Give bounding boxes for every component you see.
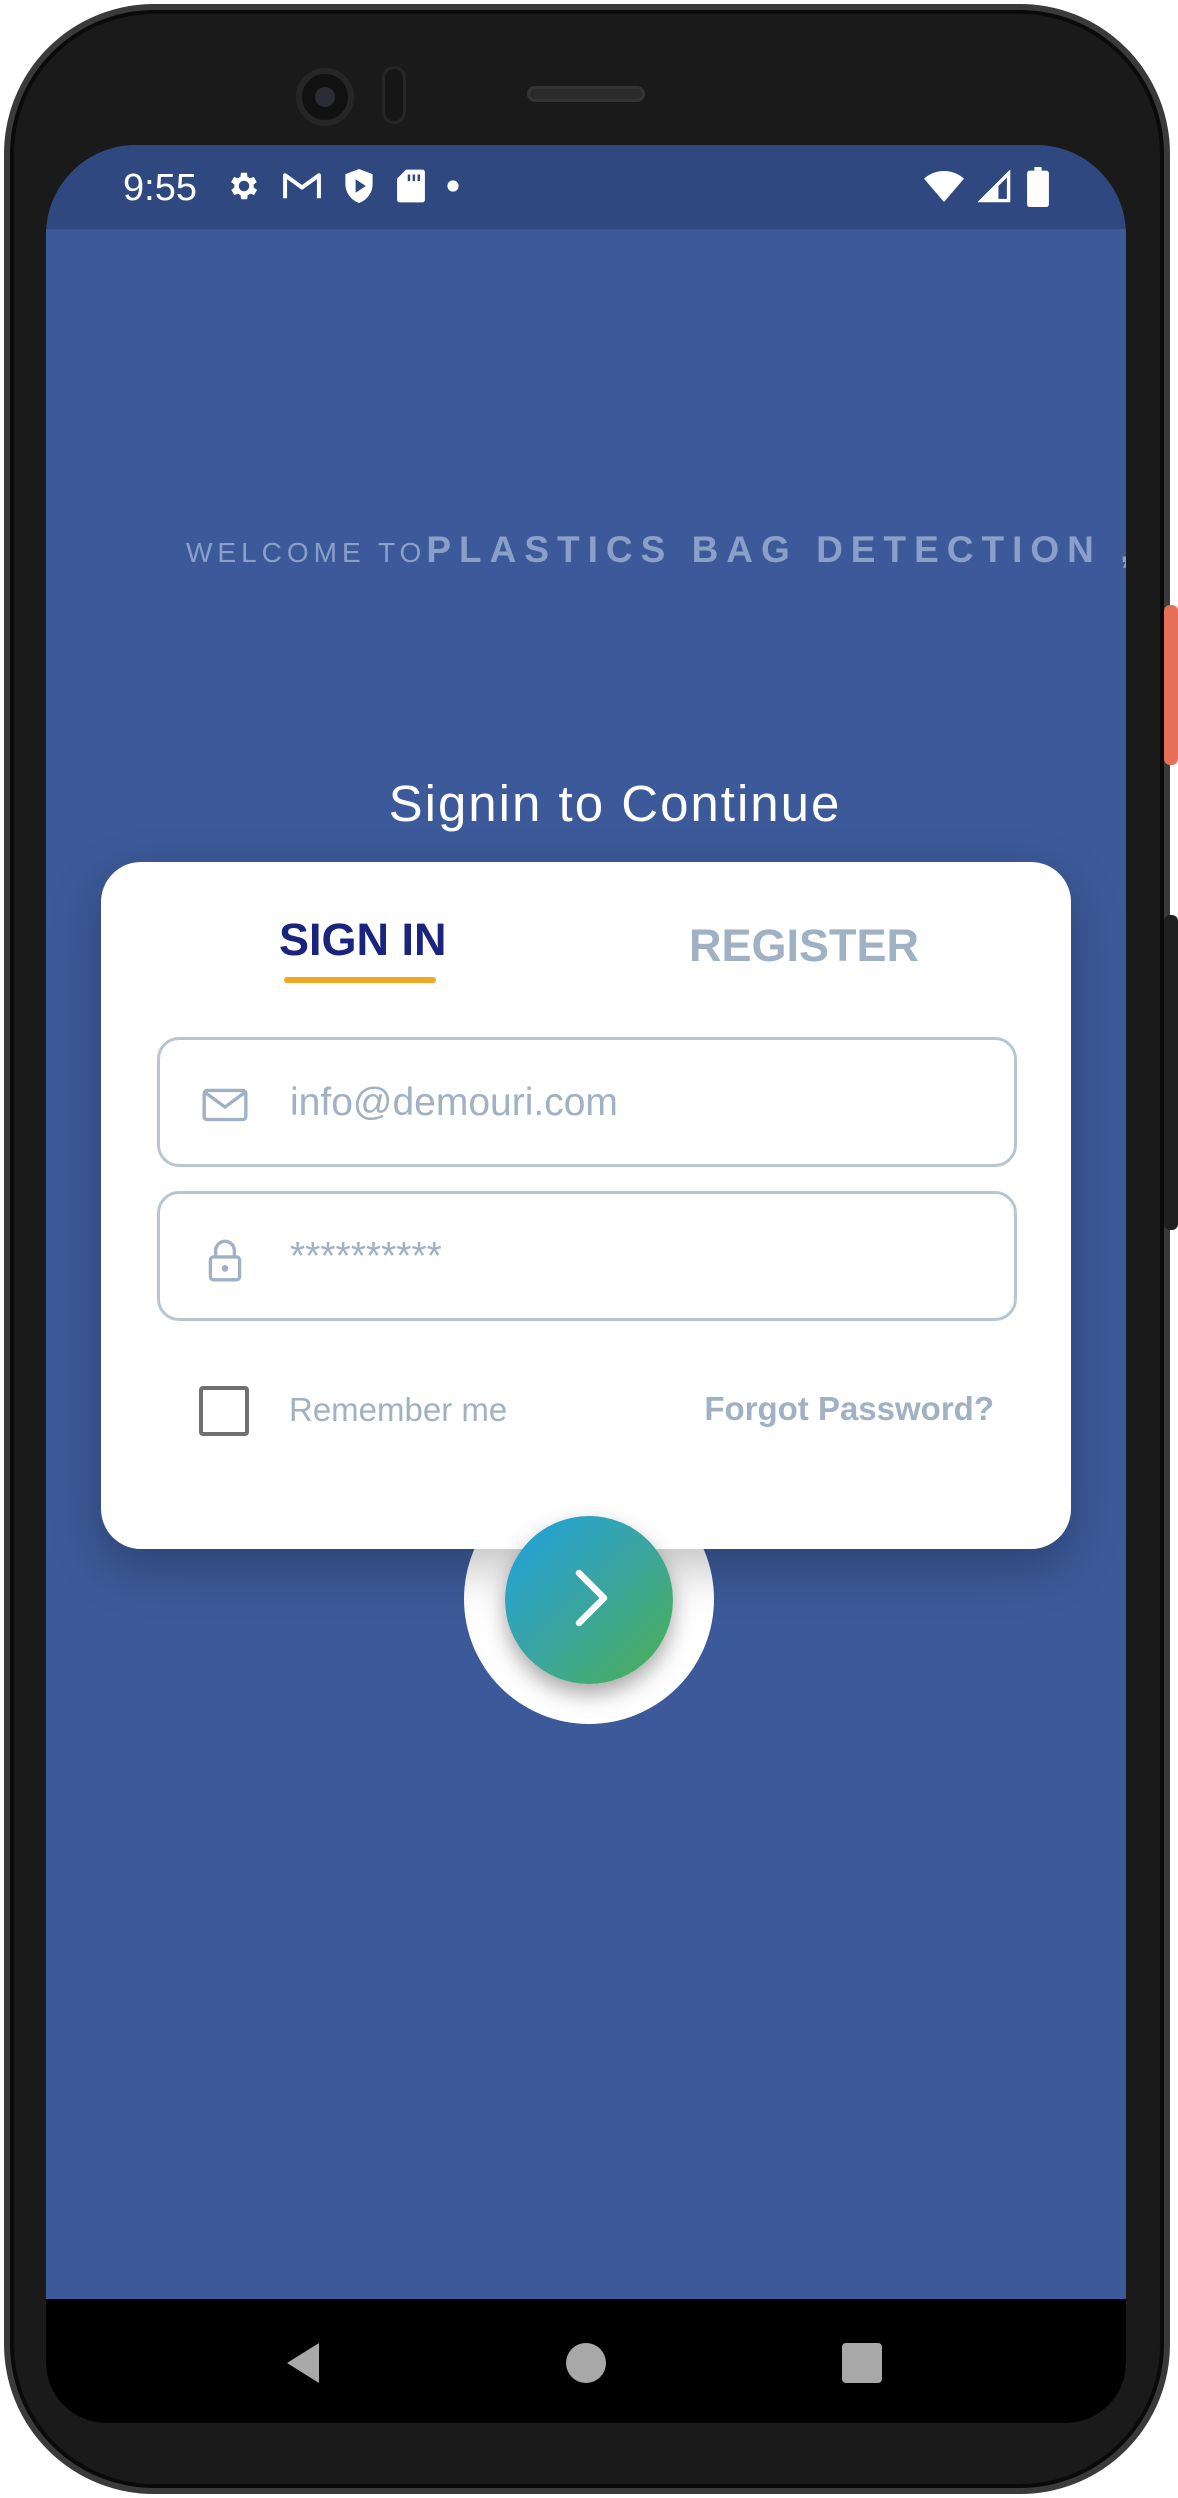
earpiece-speaker <box>527 86 645 102</box>
cell-signal-icon <box>978 170 1012 204</box>
back-icon[interactable] <box>282 2341 324 2390</box>
proximity-sensor <box>382 66 406 124</box>
password-field[interactable] <box>157 1191 1017 1321</box>
front-camera <box>296 68 354 126</box>
password-input[interactable] <box>288 1222 988 1292</box>
submit-button[interactable] <box>505 1516 673 1684</box>
forgot-password-link[interactable]: Forgot Password? <box>704 1390 994 1428</box>
active-tab-indicator <box>284 977 436 983</box>
recents-icon[interactable] <box>842 2343 882 2383</box>
remember-me-checkbox[interactable] <box>199 1386 249 1436</box>
gear-icon <box>226 168 262 204</box>
login-screen: WELCOME TOPLASTICS BAG DETECTION , Signi… <box>46 229 1126 2299</box>
chevron-right-icon <box>559 1563 619 1638</box>
notification-icons <box>226 167 460 205</box>
shield-play-icon <box>342 167 376 205</box>
login-card: SIGN IN REGISTER Remember me Forgot Pass… <box>101 862 1071 1549</box>
remember-me-label: Remember me <box>289 1391 508 1428</box>
lock-icon <box>200 1234 250 1284</box>
mail-icon <box>200 1080 250 1130</box>
welcome-prefix: WELCOME TO <box>186 537 427 568</box>
tab-register[interactable]: REGISTER <box>689 920 919 972</box>
sd-card-icon <box>396 168 426 204</box>
home-icon[interactable] <box>566 2343 606 2383</box>
navigation-bar <box>46 2299 1126 2423</box>
power-button <box>1164 605 1178 765</box>
volume-rocker <box>1164 915 1178 1230</box>
status-time: 9:55 <box>123 167 197 209</box>
wifi-icon <box>924 170 964 204</box>
tab-sign-in[interactable]: SIGN IN <box>279 914 447 966</box>
system-icons <box>924 167 1050 207</box>
dot-icon <box>446 179 460 193</box>
email-input[interactable] <box>288 1068 988 1138</box>
status-bar: 9:55 <box>46 145 1126 229</box>
gmail-icon <box>282 170 322 202</box>
email-field[interactable] <box>157 1037 1017 1167</box>
signin-subtitle: Signin to Continue <box>388 775 842 832</box>
app-name: PLASTICS BAG DETECTION , <box>426 529 1126 570</box>
welcome-heading: WELCOME TOPLASTICS BAG DETECTION , <box>186 529 1126 571</box>
screen: 9:55 WELCOME TOPLASTICS BAG DETECTION , … <box>46 145 1126 2423</box>
battery-icon <box>1026 167 1050 207</box>
